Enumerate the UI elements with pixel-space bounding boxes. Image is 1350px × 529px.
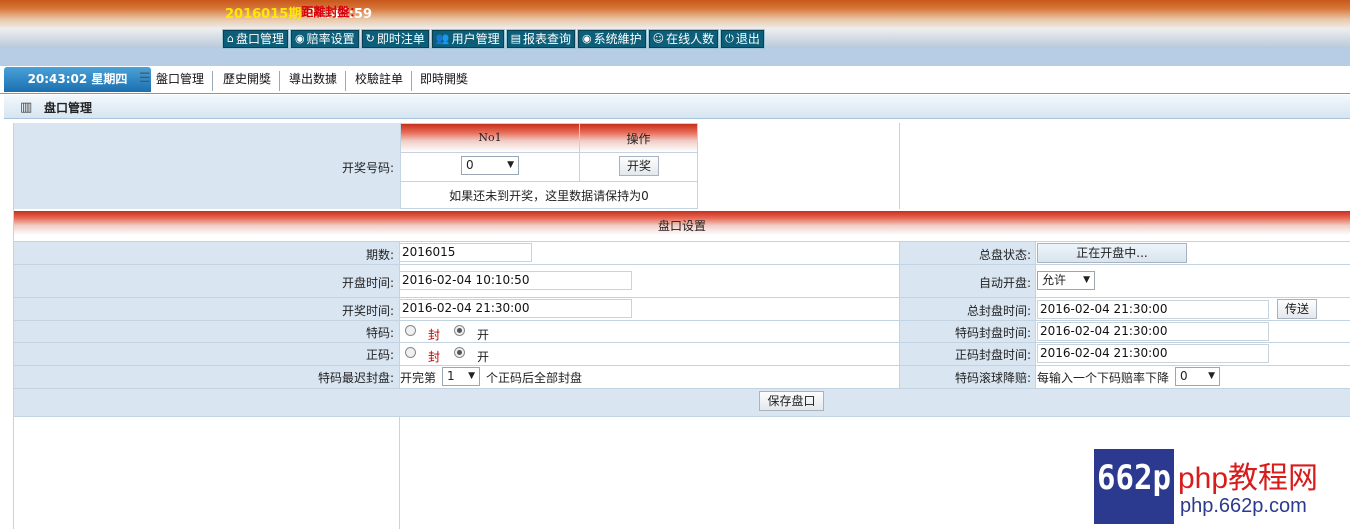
list-icon: ☰ (139, 71, 151, 86)
total-seal-input[interactable]: 2016-02-04 21:30:00 (1037, 300, 1269, 319)
online-icon: ☺ (652, 32, 665, 45)
nav-button-5[interactable]: ◉ 系统維护 (577, 29, 647, 49)
status-label: 总盘状态: (978, 248, 1031, 262)
draw-number-select[interactable]: 0 ▼ (461, 156, 519, 175)
normal-open-radio[interactable] (454, 347, 465, 358)
nav-button-0[interactable]: ⌂ 盘口管理 (222, 29, 289, 49)
home-icon: ⌂ (227, 32, 234, 45)
nav-label: 盘口管理 (235, 32, 284, 46)
watermark-brand: php教程网 (1178, 462, 1319, 495)
col-operation: 操作 (626, 132, 651, 146)
nav-label: 赔率设置 (306, 32, 355, 46)
nav-button-1[interactable]: ◉ 赔率设置 (290, 29, 360, 49)
nav-label: 系统維护 (593, 32, 642, 46)
settings-title: 盘口设置 (657, 219, 706, 233)
period-input[interactable]: 2016015 (399, 243, 532, 262)
auto-open-label: 自动开盘: (978, 276, 1031, 290)
draw-hint: 如果还未到开奖，这里数据请保持为0 (449, 189, 649, 203)
tab-verify-bets[interactable]: 校驗註单 (355, 71, 413, 91)
page-title-bar: ▥ 盘口管理 (4, 95, 1350, 119)
col-no1: No1 (478, 131, 502, 144)
rolling-text: 每输入一个下码赔率下降 (1037, 371, 1170, 385)
issue-info: 2016015期 距離封盤： 00:46:59 (225, 3, 372, 22)
special-code-label: 特码: (365, 326, 394, 340)
draw-time-label: 开奖时间: (341, 304, 394, 318)
watermark-url: php.662p.com (1180, 495, 1307, 517)
power-icon: ⏻ (725, 32, 734, 45)
auto-open-select[interactable]: 允许 ▼ (1037, 271, 1095, 290)
settings-icon: ◉ (295, 32, 305, 45)
latest-seal-suffix: 个正码后全部封盘 (486, 371, 583, 385)
clock-display: 20:43:02 星期四 (4, 67, 151, 92)
issue-number: 2016015期 (225, 7, 302, 22)
open-time-label: 开盘时间: (341, 276, 394, 290)
period-label: 期数: (365, 248, 394, 262)
nav-label: 在线人数 (666, 32, 715, 46)
rolling-select[interactable]: 0 ▼ (1175, 367, 1220, 386)
panel-icon: ▥ (20, 100, 33, 115)
special-open-text: 开 (477, 328, 490, 342)
rolling-label: 特码滚球降赔: (954, 371, 1031, 385)
svg-text:662p: 662p (1097, 458, 1171, 498)
save-button[interactable]: 保存盘口 (759, 391, 824, 411)
nav-label: 报表查询 (522, 32, 571, 46)
special-open-radio[interactable] (454, 325, 465, 336)
normal-seal-time-input[interactable]: 2016-02-04 21:30:00 (1037, 344, 1269, 363)
nav-button-7[interactable]: ⏻ 退出 (720, 29, 765, 49)
normal-seal-text: 封 (428, 350, 441, 364)
refresh-icon: ↻ (365, 32, 375, 45)
open-time-input[interactable]: 2016-02-04 10:10:50 (399, 271, 632, 290)
tab-draw-history[interactable]: 歷史開獎 (223, 71, 281, 91)
latest-seal-select[interactable]: 1 ▼ (442, 367, 480, 386)
draw-button[interactable]: 开奖 (619, 156, 659, 176)
header-band (0, 48, 1350, 66)
special-seal-text: 封 (428, 328, 441, 342)
page-title: 盘口管理 (44, 101, 93, 115)
normal-open-text: 开 (477, 350, 490, 364)
sub-tab-row: 20:43:02 星期四 ☰ 盤口管理 歷史開獎 導出数據 校驗註单 即時開獎 (0, 66, 1350, 94)
draw-time-input[interactable]: 2016-02-04 21:30:00 (399, 299, 632, 318)
draw-number-label: 开奖号码: (341, 161, 394, 175)
tab-export-data[interactable]: 導出数據 (289, 71, 347, 91)
countdown-label: 距離封盤： (301, 5, 362, 19)
special-seal-time-label: 特码封盘时间: (954, 326, 1031, 340)
dropdown-arrow-icon: ▼ (507, 160, 514, 170)
status-button[interactable]: 正在开盘中... (1037, 243, 1187, 263)
nav-button-6[interactable]: ☺ 在线人数 (647, 29, 720, 49)
normal-seal-radio[interactable] (405, 347, 416, 358)
watermark: 662p php教程网 php.662p.com (1094, 449, 1350, 524)
nav-label: 退出 (735, 32, 760, 46)
nav-button-4[interactable]: ▤ 报表查询 (505, 29, 577, 49)
nav-label: 即时注单 (376, 32, 425, 46)
nav-button-2[interactable]: ↻ 即时注单 (360, 29, 430, 49)
nav-button-3[interactable]: 👥 用户管理 (430, 29, 505, 49)
broadcast-icon: ◉ (582, 32, 592, 45)
total-seal-label: 总封盘时间: (966, 304, 1031, 318)
nav-label: 用户管理 (451, 32, 500, 46)
latest-seal-prefix: 开完第 (400, 371, 437, 385)
normal-code-label: 正码: (365, 348, 394, 362)
tab-instant-draw[interactable]: 即時開獎 (420, 71, 476, 91)
top-nav: ⌂ 盘口管理 ◉ 赔率设置 ↻ 即时注单 👥 用户管理 ▤ 报表查询 ◉ 系统維护 ☺ 在线人数 ⏻ 退出 (222, 29, 765, 49)
special-seal-radio[interactable] (405, 325, 416, 336)
watermark-logo: 662p (1094, 449, 1174, 524)
dropdown-arrow-icon: ▼ (1208, 371, 1215, 381)
latest-seal-label: 特码最迟封盘: (317, 371, 394, 385)
tab-panel-manage[interactable]: 盤口管理 (156, 71, 214, 91)
normal-seal-time-label: 正码封盘时间: (954, 348, 1031, 362)
special-seal-time-input[interactable]: 2016-02-04 21:30:00 (1037, 322, 1269, 341)
dropdown-arrow-icon: ▼ (468, 371, 475, 381)
send-button[interactable]: 传送 (1277, 299, 1317, 319)
users-icon: 👥 (435, 32, 450, 45)
report-icon: ▤ (510, 32, 521, 45)
dropdown-arrow-icon: ▼ (1083, 275, 1090, 285)
